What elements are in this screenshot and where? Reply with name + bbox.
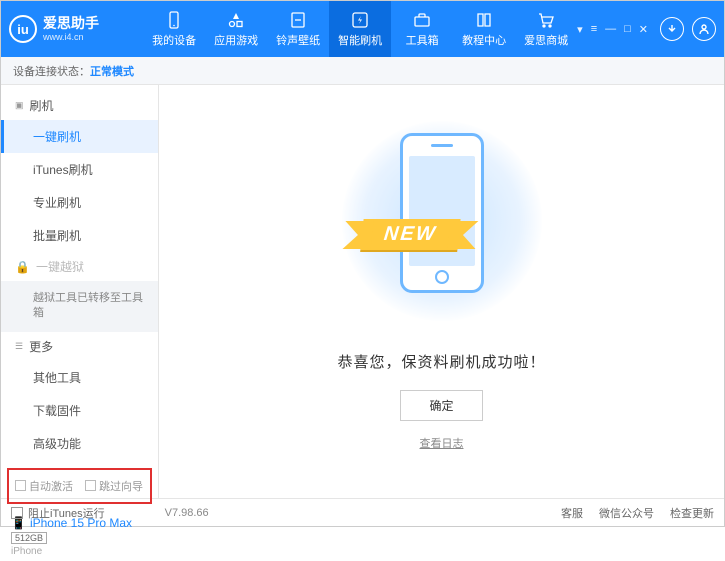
storage-badge: 512GB bbox=[11, 532, 47, 544]
window-controls: ▾ ≡ — □ ✕ bbox=[577, 23, 648, 36]
version-label: V7.98.66 bbox=[165, 507, 209, 519]
jailbreak-note: 越狱工具已转移至工具箱 bbox=[1, 281, 158, 332]
sidebar-section-jailbreak: 🔒一键越狱 bbox=[1, 252, 158, 281]
footer-support[interactable]: 客服 bbox=[561, 505, 583, 521]
cart-icon bbox=[537, 11, 555, 29]
download-button[interactable] bbox=[660, 17, 684, 41]
sidebar-section-more[interactable]: ☰更多 bbox=[1, 332, 158, 361]
top-nav: 我的设备 应用游戏 铃声壁纸 智能刷机 工具箱 教程中心 爱思商城 bbox=[143, 1, 577, 57]
apps-icon bbox=[227, 11, 245, 29]
status-mode: 正常模式 bbox=[90, 63, 134, 79]
nav-my-device[interactable]: 我的设备 bbox=[143, 1, 205, 57]
sidebar: ▣刷机 一键刷机 iTunes刷机 专业刷机 批量刷机 🔒一键越狱 越狱工具已转… bbox=[1, 85, 159, 498]
lock-icon: 🔒 bbox=[15, 260, 30, 274]
footer-update[interactable]: 检查更新 bbox=[670, 505, 714, 521]
sidebar-item-batch[interactable]: 批量刷机 bbox=[1, 219, 158, 252]
sidebar-item-pro[interactable]: 专业刷机 bbox=[1, 186, 158, 219]
menu-icon[interactable]: ▾ bbox=[577, 23, 583, 36]
app-title: 爱思助手 bbox=[43, 16, 99, 31]
main-panel: NEW 恭喜您，保资料刷机成功啦！ 确定 查看日志 bbox=[159, 85, 724, 498]
sidebar-item-oneclick[interactable]: 一键刷机 bbox=[1, 120, 158, 153]
maximize-icon[interactable]: □ bbox=[624, 23, 631, 36]
toolbox-icon bbox=[413, 11, 431, 29]
sidebar-item-advanced[interactable]: 高级功能 bbox=[1, 427, 158, 460]
nav-store[interactable]: 爱思商城 bbox=[515, 1, 577, 57]
app-subtitle: www.i4.cn bbox=[43, 32, 99, 42]
ok-button[interactable]: 确定 bbox=[400, 390, 482, 421]
logo: iu 爱思助手 www.i4.cn bbox=[9, 15, 143, 43]
nav-smart-flash[interactable]: 智能刷机 bbox=[329, 1, 391, 57]
close-icon[interactable]: ✕ bbox=[639, 23, 648, 36]
option-highlight: 自动激活 跳过向导 bbox=[7, 468, 152, 504]
menu2-icon[interactable]: ≡ bbox=[591, 23, 597, 36]
header-right: ▾ ≡ — □ ✕ bbox=[577, 17, 716, 41]
phone-icon bbox=[165, 11, 183, 29]
page-icon bbox=[289, 11, 307, 29]
nav-apps[interactable]: 应用游戏 bbox=[205, 1, 267, 57]
sidebar-section-flash[interactable]: ▣刷机 bbox=[1, 91, 158, 120]
success-message: 恭喜您，保资料刷机成功啦！ bbox=[337, 351, 545, 372]
device-type: iPhone bbox=[11, 546, 148, 557]
footer-wechat[interactable]: 微信公众号 bbox=[599, 505, 654, 521]
nav-toolbox[interactable]: 工具箱 bbox=[391, 1, 453, 57]
sidebar-item-itunes[interactable]: iTunes刷机 bbox=[1, 153, 158, 186]
sidebar-item-other[interactable]: 其他工具 bbox=[1, 361, 158, 394]
minimize-icon[interactable]: — bbox=[605, 23, 616, 36]
status-label: 设备连接状态： bbox=[13, 63, 90, 79]
user-button[interactable] bbox=[692, 17, 716, 41]
more-icon: ☰ bbox=[15, 341, 23, 352]
success-illustration: NEW bbox=[342, 111, 542, 331]
new-ribbon: NEW bbox=[360, 219, 460, 250]
logo-icon: iu bbox=[9, 15, 37, 43]
nav-ringtones[interactable]: 铃声壁纸 bbox=[267, 1, 329, 57]
block-itunes-checkbox[interactable] bbox=[11, 507, 23, 519]
auto-activate-checkbox[interactable]: 自动激活 bbox=[15, 478, 73, 494]
flash-icon bbox=[351, 11, 369, 29]
app-header: iu 爱思助手 www.i4.cn 我的设备 应用游戏 铃声壁纸 智能刷机 工具… bbox=[1, 1, 724, 57]
sidebar-item-download[interactable]: 下载固件 bbox=[1, 394, 158, 427]
view-log-link[interactable]: 查看日志 bbox=[420, 435, 464, 451]
skip-guide-checkbox[interactable]: 跳过向导 bbox=[85, 478, 143, 494]
nav-tutorials[interactable]: 教程中心 bbox=[453, 1, 515, 57]
block-itunes-label: 阻止iTunes运行 bbox=[28, 505, 105, 521]
chevron-down-icon: ▣ bbox=[15, 100, 24, 111]
status-bar: 设备连接状态： 正常模式 bbox=[1, 57, 724, 85]
book-icon bbox=[475, 11, 493, 29]
